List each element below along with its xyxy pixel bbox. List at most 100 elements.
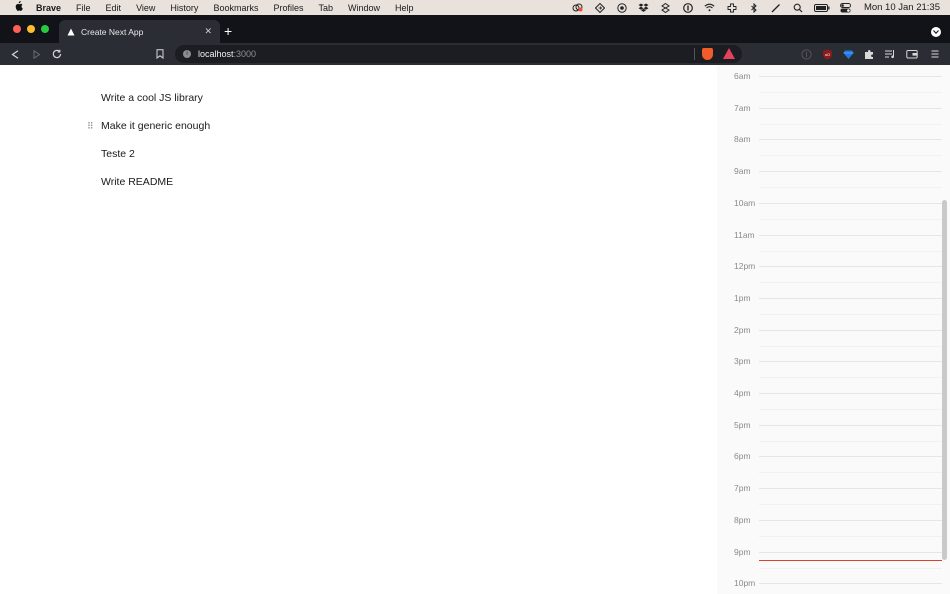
calendar-hour-label: 9pm bbox=[734, 546, 751, 557]
creative-cloud-icon[interactable] bbox=[572, 3, 584, 13]
calendar-half-hour-line bbox=[759, 409, 942, 410]
calendar-hour-row[interactable]: 5pm bbox=[717, 420, 942, 457]
gem-extension-icon[interactable] bbox=[842, 48, 854, 60]
menu-file[interactable]: File bbox=[76, 3, 91, 13]
calendar-hour-row[interactable]: 1pm bbox=[717, 293, 942, 330]
menu-view[interactable]: View bbox=[136, 3, 155, 13]
browser-tab-strip: Create Next App ✕ + bbox=[0, 15, 950, 43]
calendar-hour-line bbox=[759, 361, 942, 363]
calendar-hour-label: 10pm bbox=[734, 578, 756, 589]
calendar-hour-row[interactable]: 2pm bbox=[717, 325, 942, 362]
calendar-hour-label: 11am bbox=[734, 229, 755, 240]
new-tab-button[interactable]: + bbox=[224, 24, 232, 38]
wallet-icon[interactable] bbox=[906, 48, 918, 60]
apple-menu-icon[interactable] bbox=[12, 1, 24, 14]
calendar-hour-line bbox=[759, 329, 942, 331]
calendar-hour-row[interactable]: 3pm bbox=[717, 356, 942, 393]
url-host: localhost bbox=[198, 49, 234, 59]
calendar-hour-line bbox=[759, 202, 942, 204]
menu-edit[interactable]: Edit bbox=[106, 3, 122, 13]
calendar-hour-line bbox=[759, 488, 942, 490]
menu-bookmarks[interactable]: Bookmarks bbox=[213, 3, 258, 13]
window-minimize-button[interactable] bbox=[27, 25, 35, 33]
calendar-hour-line bbox=[759, 107, 942, 109]
menu-help[interactable]: Help bbox=[395, 3, 414, 13]
todo-item[interactable]: Write a cool JS library bbox=[101, 92, 203, 104]
bolt-icon[interactable] bbox=[660, 2, 672, 13]
calendar-hour-line bbox=[759, 519, 942, 521]
control-center-icon[interactable] bbox=[840, 2, 852, 13]
address-bar[interactable]: i localhost :3000 bbox=[175, 45, 742, 63]
extension-info-icon[interactable] bbox=[800, 48, 812, 60]
calendar-hour-row[interactable]: 4pm bbox=[717, 388, 942, 425]
ublock-origin-icon[interactable]: uO bbox=[821, 48, 833, 60]
calendar-hour-row[interactable]: 6pm bbox=[717, 451, 942, 488]
dropbox-icon[interactable] bbox=[638, 3, 650, 13]
todo-item[interactable]: Teste 2 bbox=[101, 148, 135, 160]
record-icon[interactable] bbox=[616, 2, 628, 13]
menu-history[interactable]: History bbox=[170, 3, 198, 13]
reload-button[interactable] bbox=[48, 45, 66, 63]
menu-bar-status-area: Mon 10 Jan 21:35 bbox=[562, 0, 940, 15]
calendar-half-hour-line bbox=[759, 92, 942, 93]
calendar-hour-line bbox=[759, 76, 942, 77]
calendar-hour-label: 7pm bbox=[734, 483, 751, 494]
calendar-hour-row[interactable]: 7am bbox=[717, 103, 942, 140]
back-button[interactable] bbox=[6, 45, 24, 63]
pen-icon[interactable] bbox=[770, 3, 782, 13]
menu-bar-clock[interactable]: Mon 10 Jan 21:35 bbox=[864, 2, 940, 13]
drag-handle-icon[interactable]: ⠿ bbox=[87, 121, 94, 131]
todo-item[interactable]: Write README bbox=[101, 176, 173, 188]
calendar-half-hour-line bbox=[759, 504, 942, 506]
window-close-button[interactable] bbox=[13, 25, 21, 33]
menu-window[interactable]: Window bbox=[348, 3, 380, 13]
calendar-hour-label: 6am bbox=[734, 71, 751, 81]
calendar-hour-line bbox=[759, 551, 942, 553]
svg-text:uO: uO bbox=[824, 52, 829, 57]
search-icon[interactable] bbox=[792, 3, 804, 13]
todo-item[interactable]: Make it generic enough bbox=[101, 120, 210, 132]
calendar-hour-label: 7am bbox=[734, 102, 751, 113]
calendar-half-hour-line bbox=[759, 218, 942, 220]
bookmark-icon[interactable] bbox=[151, 45, 169, 63]
wifi-icon[interactable] bbox=[704, 3, 716, 13]
menu-profiles[interactable]: Profiles bbox=[273, 3, 303, 13]
medical-cross-icon[interactable] bbox=[726, 3, 738, 13]
menu-brave[interactable]: Brave bbox=[36, 3, 61, 13]
calendar-hour-row[interactable]: 8pm bbox=[717, 515, 942, 552]
macos-menu-bar: Brave File Edit View History Bookmarks P… bbox=[0, 0, 950, 15]
menu-tab[interactable]: Tab bbox=[318, 3, 333, 13]
brave-rewards-icon[interactable] bbox=[723, 48, 735, 59]
tab-search-chevron-icon[interactable] bbox=[931, 27, 941, 37]
tab-create-next-app[interactable]: Create Next App ✕ bbox=[59, 20, 220, 43]
bluetooth-icon[interactable] bbox=[748, 2, 760, 13]
calendar-hour-line bbox=[759, 171, 942, 173]
calendar-hour-label: 4pm bbox=[734, 388, 751, 398]
calendar-hour-row[interactable]: 7pm bbox=[717, 483, 942, 520]
window-maximize-button[interactable] bbox=[41, 25, 49, 33]
extensions-puzzle-icon[interactable] bbox=[863, 48, 875, 60]
site-info-icon[interactable]: i bbox=[183, 50, 191, 58]
hamburger-menu-icon[interactable] bbox=[929, 48, 941, 60]
calendar-hour-row[interactable]: 8am bbox=[717, 134, 942, 171]
address-bar-divider bbox=[694, 48, 695, 60]
calendar-hour-row[interactable]: 6am bbox=[717, 71, 942, 108]
forward-button[interactable] bbox=[27, 45, 45, 63]
tab-title: Create Next App bbox=[81, 26, 144, 37]
calendar-hour-line bbox=[759, 297, 942, 299]
diamond-arrow-icon[interactable] bbox=[594, 2, 606, 13]
calendar-scrollbar[interactable] bbox=[942, 200, 947, 560]
calendar-hour-line bbox=[759, 139, 942, 141]
one-password-icon[interactable] bbox=[682, 2, 694, 13]
tab-close-icon[interactable]: ✕ bbox=[204, 26, 212, 37]
day-calendar[interactable]: 6am 7am 8am 9am 10am 11am 12pm 1pm 2pm 3pm 4pm 5pm 6… bbox=[717, 65, 950, 594]
battery-icon[interactable] bbox=[813, 3, 830, 13]
calendar-hour-label: 2pm bbox=[734, 324, 751, 335]
brave-shields-icon[interactable] bbox=[702, 48, 713, 60]
calendar-hour-line bbox=[759, 583, 942, 585]
calendar-half-hour-line bbox=[759, 313, 942, 315]
calendar-hour-row[interactable]: 10pm bbox=[717, 578, 942, 594]
calendar-hour-row[interactable]: 12pm bbox=[717, 261, 942, 298]
playlist-icon[interactable] bbox=[884, 48, 896, 60]
calendar-half-hour-line bbox=[759, 155, 942, 157]
